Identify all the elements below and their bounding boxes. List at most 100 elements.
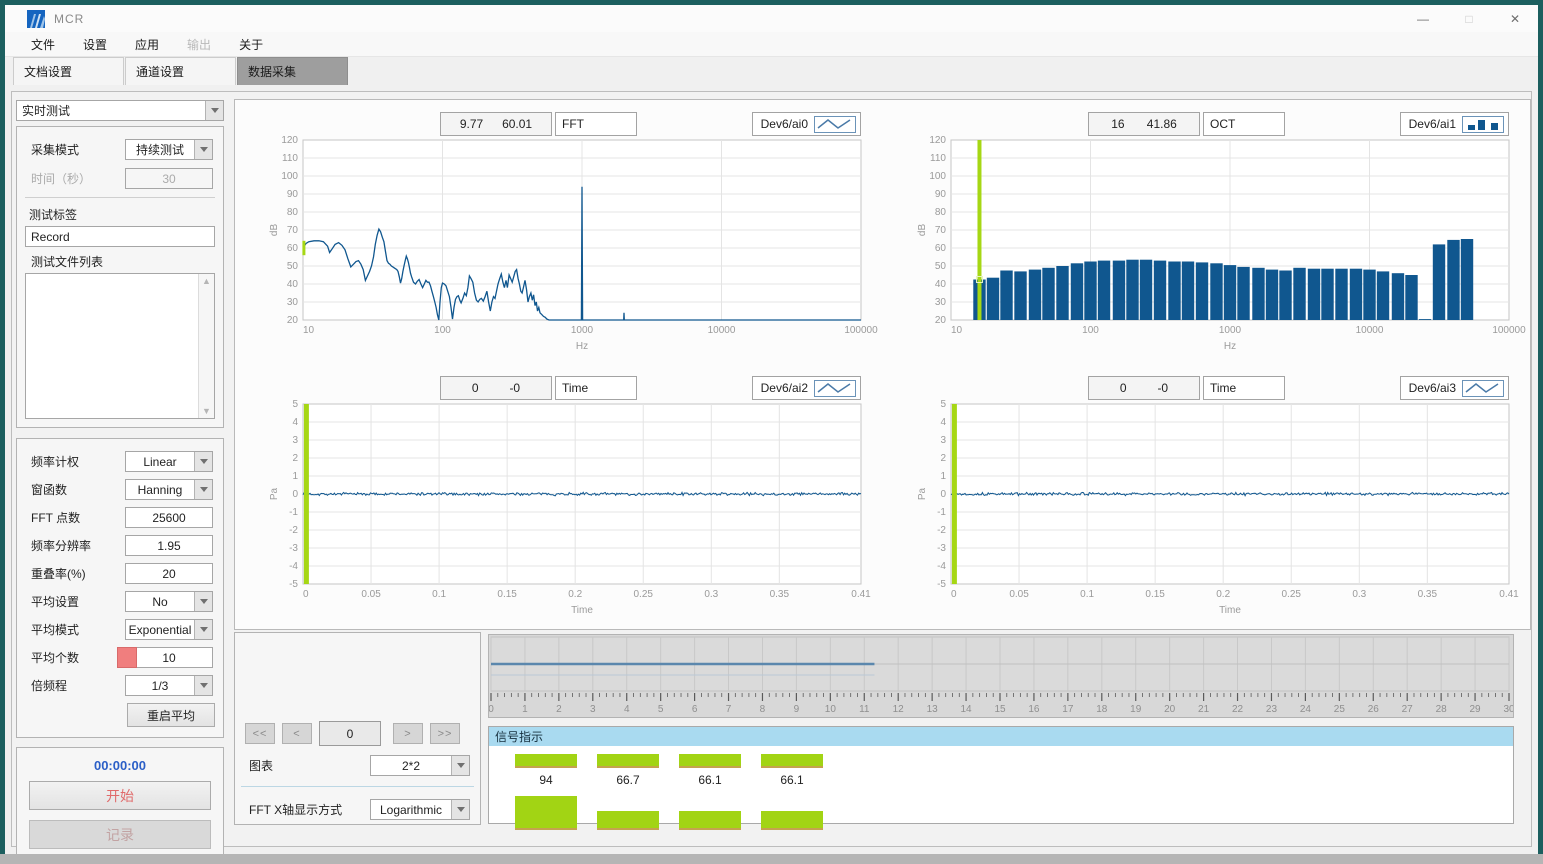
param-combo-8[interactable]: 1/3	[125, 675, 213, 696]
test-mode-combo[interactable]: 实时测试	[16, 100, 224, 121]
timeline-panel[interactable]: 0123456789101112131415161718192021222324…	[488, 634, 1514, 718]
param-combo-0[interactable]: Linear	[125, 451, 213, 472]
test-file-list[interactable]: ▲ ▼	[25, 273, 215, 419]
svg-text:80: 80	[287, 207, 299, 218]
menu-item-4[interactable]: 关于	[225, 33, 277, 56]
param-input-3[interactable]: 1.95	[125, 535, 213, 556]
chevron-down-icon[interactable]	[194, 140, 212, 159]
svg-text:dB: dB	[917, 224, 928, 237]
svg-text:-5: -5	[937, 579, 946, 590]
param-value: Linear	[126, 452, 194, 471]
restart-average-button[interactable]: 重启平均	[127, 703, 215, 727]
chevron-down-icon[interactable]	[194, 592, 212, 611]
acq-mode-combo[interactable]: 持续测试	[125, 139, 213, 160]
svg-text:4: 4	[292, 417, 298, 428]
signal-active-bar	[761, 754, 823, 768]
chevron-down-icon[interactable]	[194, 480, 212, 499]
svg-text:-3: -3	[937, 543, 946, 554]
scroll-up-icon[interactable]: ▲	[202, 276, 211, 286]
svg-text:16: 16	[1028, 704, 1040, 715]
bar-chart-icon	[1462, 116, 1504, 133]
svg-text:2: 2	[940, 453, 946, 464]
chevron-down-icon[interactable]	[194, 676, 212, 695]
menu-item-1[interactable]: 设置	[69, 33, 121, 56]
chart-plot-0[interactable]: 2030405060708090100110120101001000100001…	[235, 136, 883, 364]
timeline-ruler[interactable]: 0123456789101112131415161718192021222324…	[489, 635, 1513, 717]
svg-text:-2: -2	[289, 525, 298, 536]
nav-last-button[interactable]: >>	[430, 723, 460, 744]
chart-plot-2[interactable]: -5-4-3-2-101234500.050.10.150.20.250.30.…	[235, 400, 883, 628]
svg-text:-3: -3	[289, 543, 298, 554]
channel-legend[interactable]: Dev6/ai1	[1400, 112, 1509, 136]
chevron-down-icon[interactable]	[451, 756, 469, 775]
cursor-readout: 0-0	[1088, 376, 1200, 400]
test-tag-label: 测试标签	[25, 206, 215, 223]
svg-text:0: 0	[940, 489, 946, 500]
channel-legend[interactable]: Dev6/ai0	[752, 112, 861, 136]
chart-type-field[interactable]: FFT	[555, 112, 637, 136]
fft-params-group: 频率计权Linear窗函数HanningFFT 点数25600频率分辨率1.95…	[16, 438, 224, 738]
chart-type-field[interactable]: Time	[1203, 376, 1285, 400]
start-button[interactable]: 开始	[29, 781, 211, 810]
svg-text:0: 0	[951, 589, 957, 600]
overload-indicator	[117, 647, 137, 668]
tab-0[interactable]: 文档设置	[13, 57, 124, 85]
chevron-down-icon[interactable]	[194, 620, 212, 639]
screen: MCR — □ ✕ 文件设置应用输出关于 文档设置通道设置数据采集 实时测试 采…	[0, 0, 1543, 864]
param-combo-6[interactable]: Exponential	[125, 619, 213, 640]
maximize-button[interactable]: □	[1446, 5, 1492, 32]
nav-prev-button[interactable]: <	[282, 723, 312, 744]
svg-text:100: 100	[929, 171, 946, 182]
chevron-down-icon[interactable]	[205, 101, 223, 120]
menubar: 文件设置应用输出关于	[5, 32, 1538, 57]
nav-next-button[interactable]: >	[393, 723, 423, 744]
svg-text:100000: 100000	[844, 325, 878, 336]
param-input-7[interactable]: 10	[125, 647, 213, 668]
param-input-4[interactable]: 20	[125, 563, 213, 584]
fft-xaxis-value: Logarithmic	[371, 800, 451, 819]
chart-layout-combo[interactable]: 2*2	[370, 755, 470, 776]
svg-text:11: 11	[859, 704, 870, 715]
svg-text:5: 5	[940, 400, 946, 410]
fft-xaxis-combo[interactable]: Logarithmic	[370, 799, 470, 820]
param-combo-1[interactable]: Hanning	[125, 479, 213, 500]
svg-text:1: 1	[522, 704, 528, 715]
chart-plot-1[interactable]: 2030405060708090100110120101001000100001…	[883, 136, 1531, 364]
chart-type-field[interactable]: OCT	[1203, 112, 1285, 136]
page-index-field[interactable]: 0	[319, 721, 381, 746]
content-area: 实时测试 采集模式 持续测试 时间（秒） 30	[11, 91, 1532, 847]
tab-1[interactable]: 通道设置	[125, 57, 236, 85]
param-input-2[interactable]: 25600	[125, 507, 213, 528]
channel-legend[interactable]: Dev6/ai2	[752, 376, 861, 400]
menu-item-0[interactable]: 文件	[17, 33, 69, 56]
svg-text:-4: -4	[289, 561, 298, 572]
minimize-button[interactable]: —	[1400, 5, 1446, 32]
menu-item-2[interactable]: 应用	[121, 33, 173, 56]
signal-active-bar	[679, 754, 741, 768]
svg-text:6: 6	[692, 704, 698, 715]
chart-cell-3: 0-0TimeDev6/ai3-5-4-3-2-101234500.050.10…	[883, 364, 1531, 628]
param-combo-5[interactable]: No	[125, 591, 213, 612]
chevron-down-icon[interactable]	[194, 452, 212, 471]
param-label: 平均个数	[25, 649, 125, 666]
svg-text:10: 10	[303, 325, 315, 336]
chart-layout-value: 2*2	[371, 756, 451, 775]
chevron-down-icon[interactable]	[451, 800, 469, 819]
close-button[interactable]: ✕	[1492, 5, 1538, 32]
nav-first-button[interactable]: <<	[245, 723, 275, 744]
svg-text:0: 0	[489, 704, 494, 715]
tab-2[interactable]: 数据采集	[237, 57, 348, 85]
svg-text:-5: -5	[289, 579, 298, 590]
scroll-down-icon[interactable]: ▼	[202, 406, 211, 416]
channel-legend[interactable]: Dev6/ai3	[1400, 376, 1509, 400]
cursor-y-value: 60.01	[502, 117, 532, 131]
signal-level-value: 94	[539, 768, 552, 792]
signal-indicator-panel: 信号指示 9466.766.166.1	[488, 726, 1514, 824]
chart-plot-3[interactable]: -5-4-3-2-101234500.050.10.150.20.250.30.…	[883, 400, 1531, 628]
svg-text:80: 80	[935, 207, 947, 218]
svg-text:29: 29	[1470, 704, 1482, 715]
chart-type-field[interactable]: Time	[555, 376, 637, 400]
svg-text:0.1: 0.1	[1080, 589, 1094, 600]
scrollbar[interactable]: ▲ ▼	[198, 274, 214, 418]
test-tag-input[interactable]: Record	[25, 226, 215, 247]
